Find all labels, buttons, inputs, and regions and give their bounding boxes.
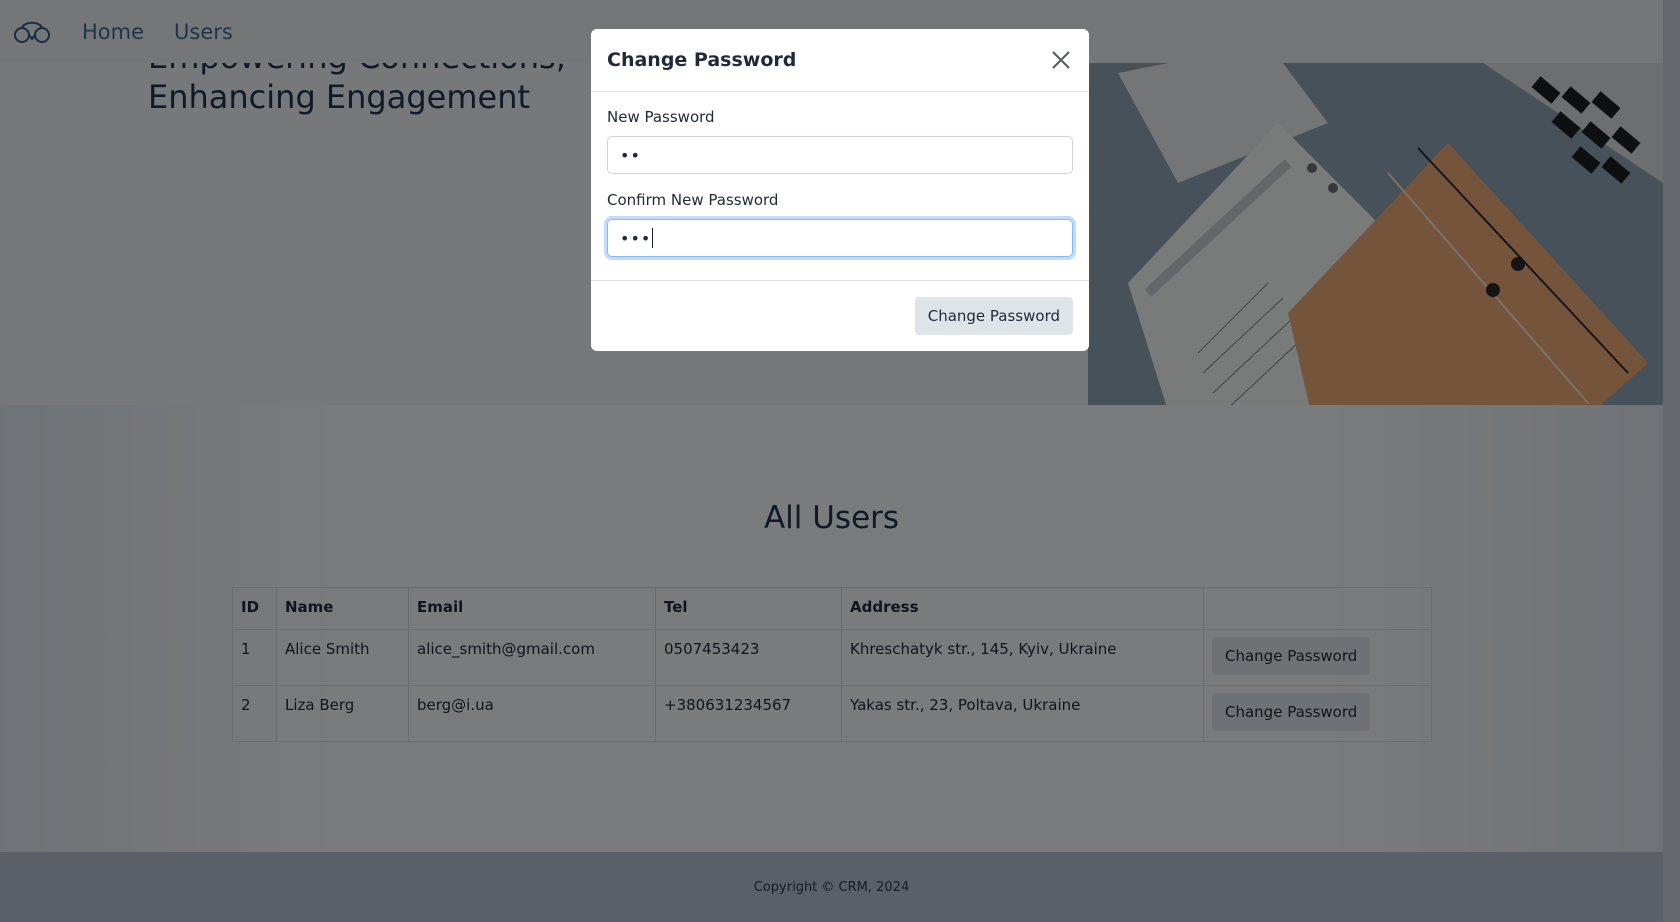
modal-footer: Change Password [591, 281, 1089, 351]
confirm-password-label: Confirm New Password [607, 191, 779, 209]
change-password-modal: Change Password New Password •• Confirm … [591, 29, 1089, 351]
new-password-input[interactable]: •• [607, 136, 1073, 174]
new-password-value: •• [620, 145, 641, 165]
submit-change-password-button[interactable]: Change Password [914, 297, 1073, 335]
close-icon[interactable] [1049, 48, 1073, 72]
confirm-password-input[interactable]: ••• [607, 219, 1073, 257]
modal-title: Change Password [607, 49, 797, 71]
confirm-password-value: ••• [620, 228, 652, 248]
modal-header: Change Password [591, 29, 1089, 92]
modal-body: New Password •• Confirm New Password ••• [591, 92, 1089, 281]
new-password-label: New Password [607, 108, 715, 126]
text-caret [652, 228, 654, 248]
